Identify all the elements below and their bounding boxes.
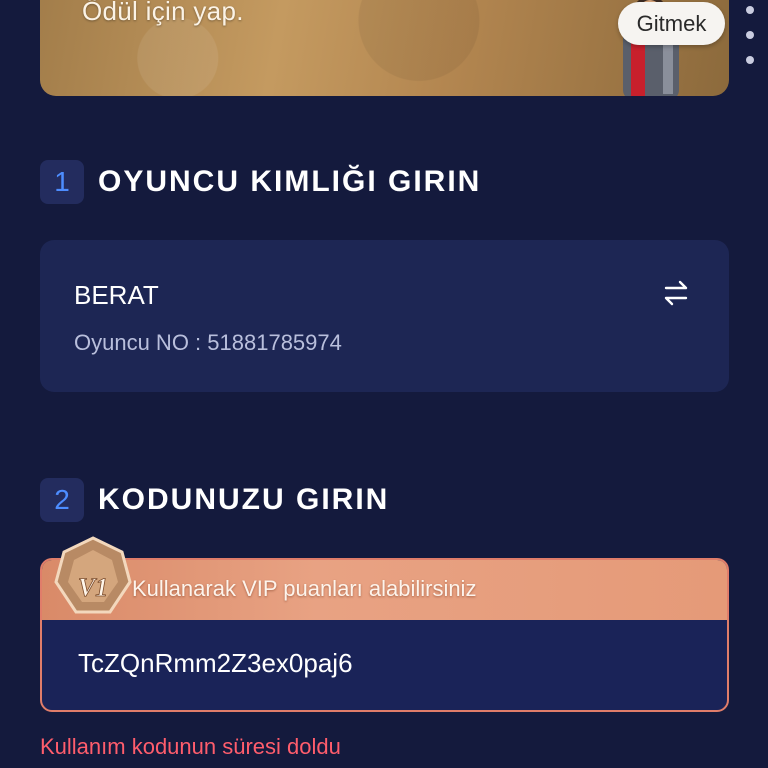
- player-name: BERAT: [74, 280, 159, 310]
- player-id: Oyuncu NO : 51881785974: [74, 330, 342, 356]
- code-entry-box: Kullanarak VIP puanları alabilirsiniz V1: [40, 536, 729, 712]
- redeem-code-input[interactable]: [78, 648, 678, 679]
- error-message: Kullanım kodunun süresi doldu: [40, 734, 341, 759]
- step-1-title: OYUNCU KIMLIĞI GIRIN: [98, 165, 482, 198]
- step-2-title: KODUNUZU GIRIN: [98, 483, 390, 516]
- player-card: BERAT Oyuncu NO : 51881785974: [40, 240, 729, 392]
- step-2-number: 2: [40, 478, 84, 522]
- go-button[interactable]: Gitmek: [618, 2, 725, 45]
- step-1-number: 1: [40, 160, 84, 204]
- vip-badge-label: V1: [78, 573, 108, 602]
- reward-banner[interactable]: Ödül için yap. Gitmek: [40, 0, 729, 96]
- swap-account-icon[interactable]: [662, 280, 690, 306]
- player-id-label: Oyuncu NO :: [74, 330, 208, 355]
- vip-info-strip: Kullanarak VIP puanları alabilirsiniz: [42, 560, 727, 620]
- vip-badge-icon: V1: [54, 536, 132, 614]
- vip-info-text: Kullanarak VIP puanları alabilirsiniz: [132, 576, 477, 601]
- player-id-value: 51881785974: [207, 330, 342, 355]
- banner-text: Ödül için yap.: [82, 0, 244, 26]
- more-options-icon[interactable]: [744, 6, 756, 64]
